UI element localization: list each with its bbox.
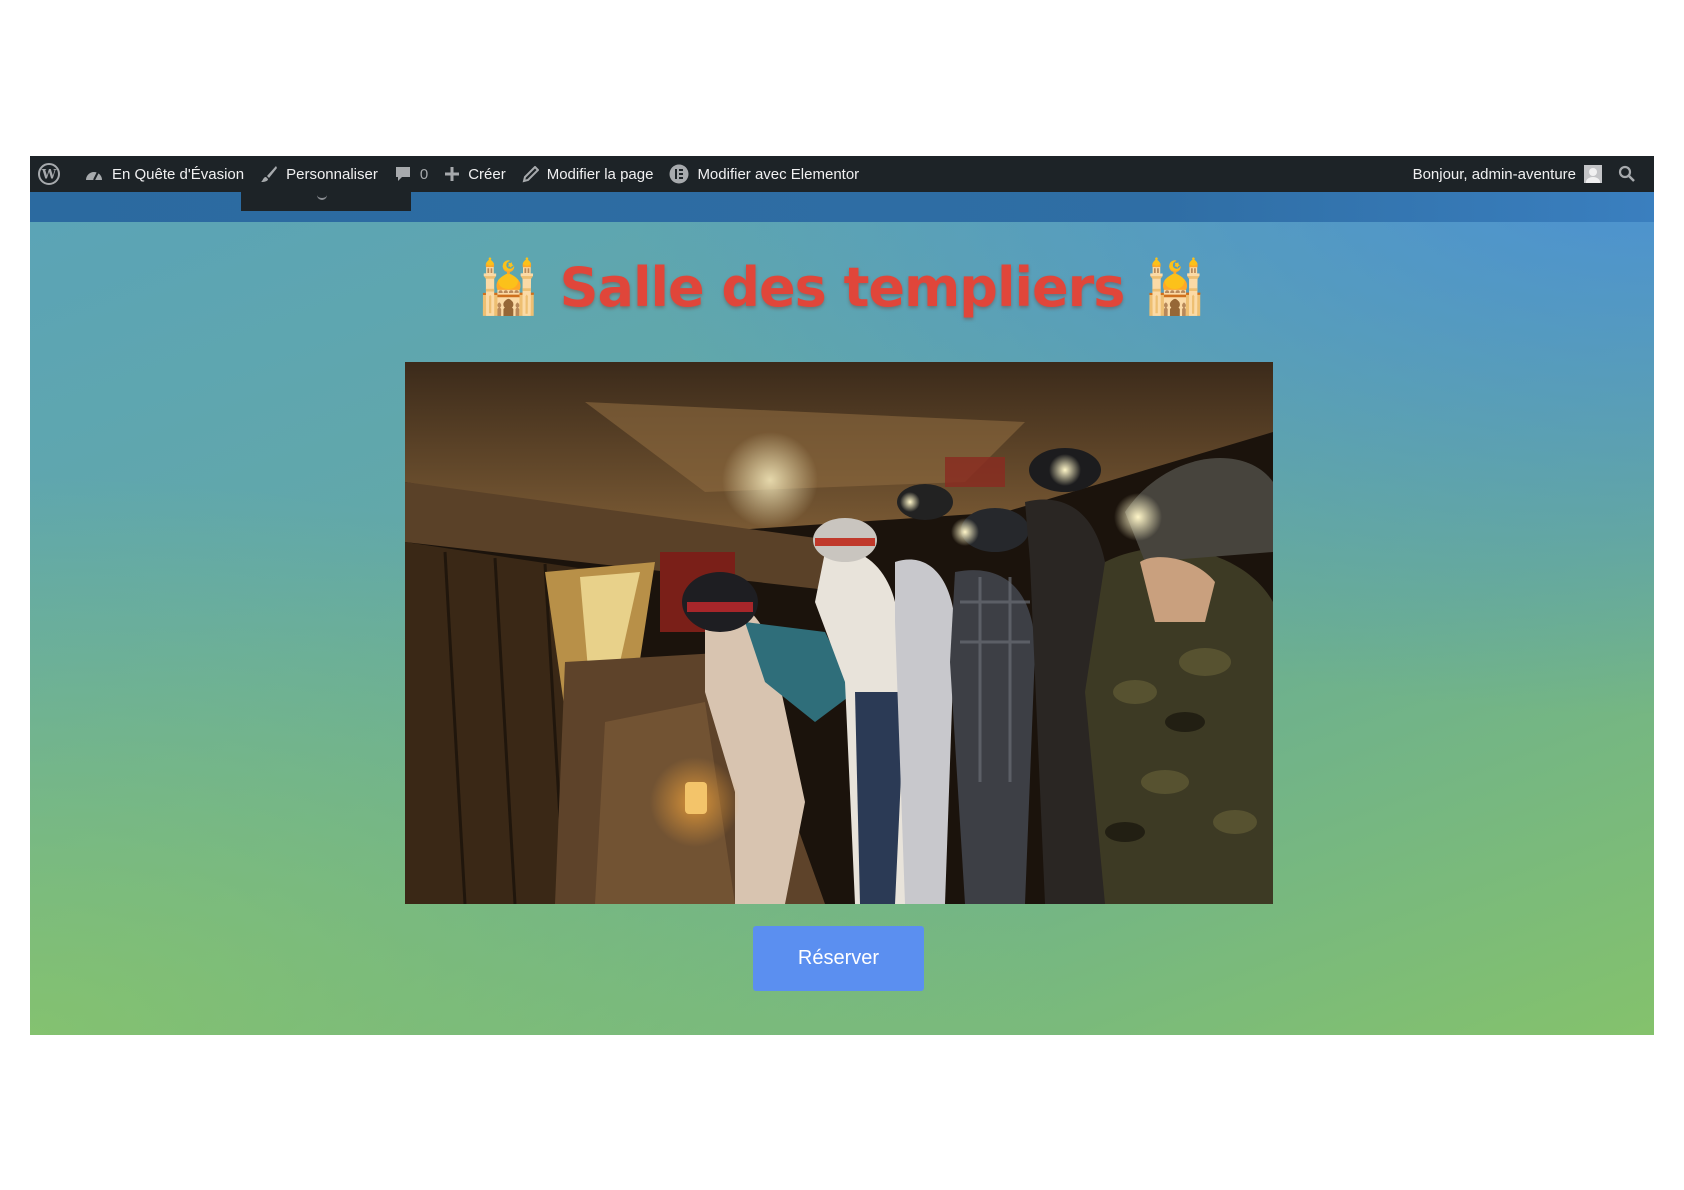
svg-text:W: W	[41, 168, 57, 183]
brush-icon	[261, 166, 278, 182]
pencil-icon	[522, 165, 539, 182]
comments-link[interactable]: 0	[386, 156, 436, 192]
search-button[interactable]	[1610, 156, 1654, 192]
site-name: En Quête d'Évasion	[112, 165, 245, 183]
wp-admin-bar: W En Quête d'Évasion Personnaliser 0 Cré…	[30, 156, 1654, 192]
greeting: Bonjour, admin-aventure	[1412, 165, 1576, 183]
new-label: Créer	[468, 165, 506, 183]
wordpress-menu[interactable]: W	[30, 156, 76, 192]
dashboard-icon	[86, 171, 102, 181]
mosque-icon: 🕌	[1142, 259, 1208, 317]
comments-count: 0	[419, 165, 429, 183]
browser-viewport: W En Quête d'Évasion Personnaliser 0 Cré…	[30, 156, 1654, 1035]
edit-page-label: Modifier la page	[546, 165, 654, 183]
new-content-link[interactable]: Créer	[436, 156, 514, 192]
edit-elementor-label: Modifier avec Elementor	[697, 165, 860, 183]
my-account-link[interactable]: Bonjour, admin-aventure	[1405, 156, 1610, 192]
admin-submenu-fragment	[241, 192, 411, 211]
edit-elementor-link[interactable]: Modifier avec Elementor	[661, 156, 867, 192]
customize-link[interactable]: Personnaliser	[252, 156, 386, 192]
edit-page-link[interactable]: Modifier la page	[514, 156, 662, 192]
page-title: Salle des templiers	[559, 256, 1126, 319]
plus-icon	[445, 167, 460, 181]
customize-label: Personnaliser	[286, 165, 378, 183]
room-photo	[405, 362, 1273, 904]
mosque-icon: 🕌	[476, 259, 542, 317]
site-name-link[interactable]: En Quête d'Évasion	[76, 156, 252, 192]
elementor-icon	[669, 164, 689, 184]
search-icon	[1618, 165, 1635, 182]
comment-icon	[395, 167, 410, 181]
reserve-button[interactable]: Réserver	[753, 926, 924, 991]
page-heading: 🕌 Salle des templiers 🕌	[30, 256, 1654, 319]
avatar	[1584, 165, 1602, 183]
wordpress-logo-icon: W	[38, 163, 60, 185]
